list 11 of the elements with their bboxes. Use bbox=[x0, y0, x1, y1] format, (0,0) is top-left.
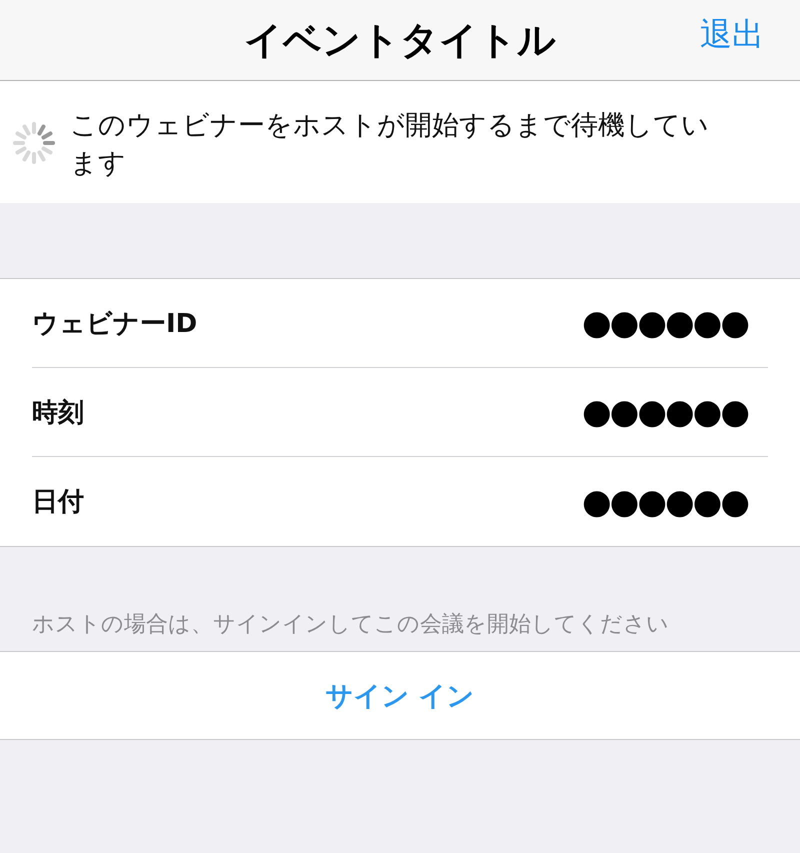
event-title: イベントタイトル bbox=[244, 16, 556, 64]
detail-label: 日付 bbox=[32, 486, 84, 519]
detail-label: ウェビナーID bbox=[32, 308, 198, 340]
host-hint: ホストの場合は、サインインしてこの会議を開始してください bbox=[31, 611, 670, 639]
sign-in-button[interactable]: サイン イン bbox=[317, 674, 483, 718]
detail-label: 時刻 bbox=[32, 396, 84, 430]
waiting-message: このウェビナーをホストが開始するまで待機しています bbox=[70, 109, 710, 181]
masked-value: ●●●●●● bbox=[582, 303, 748, 343]
masked-value: ●●●●●● bbox=[582, 392, 748, 432]
masked-value: ●●●●●● bbox=[582, 482, 748, 522]
exit-button[interactable]: 退出 bbox=[700, 13, 764, 57]
